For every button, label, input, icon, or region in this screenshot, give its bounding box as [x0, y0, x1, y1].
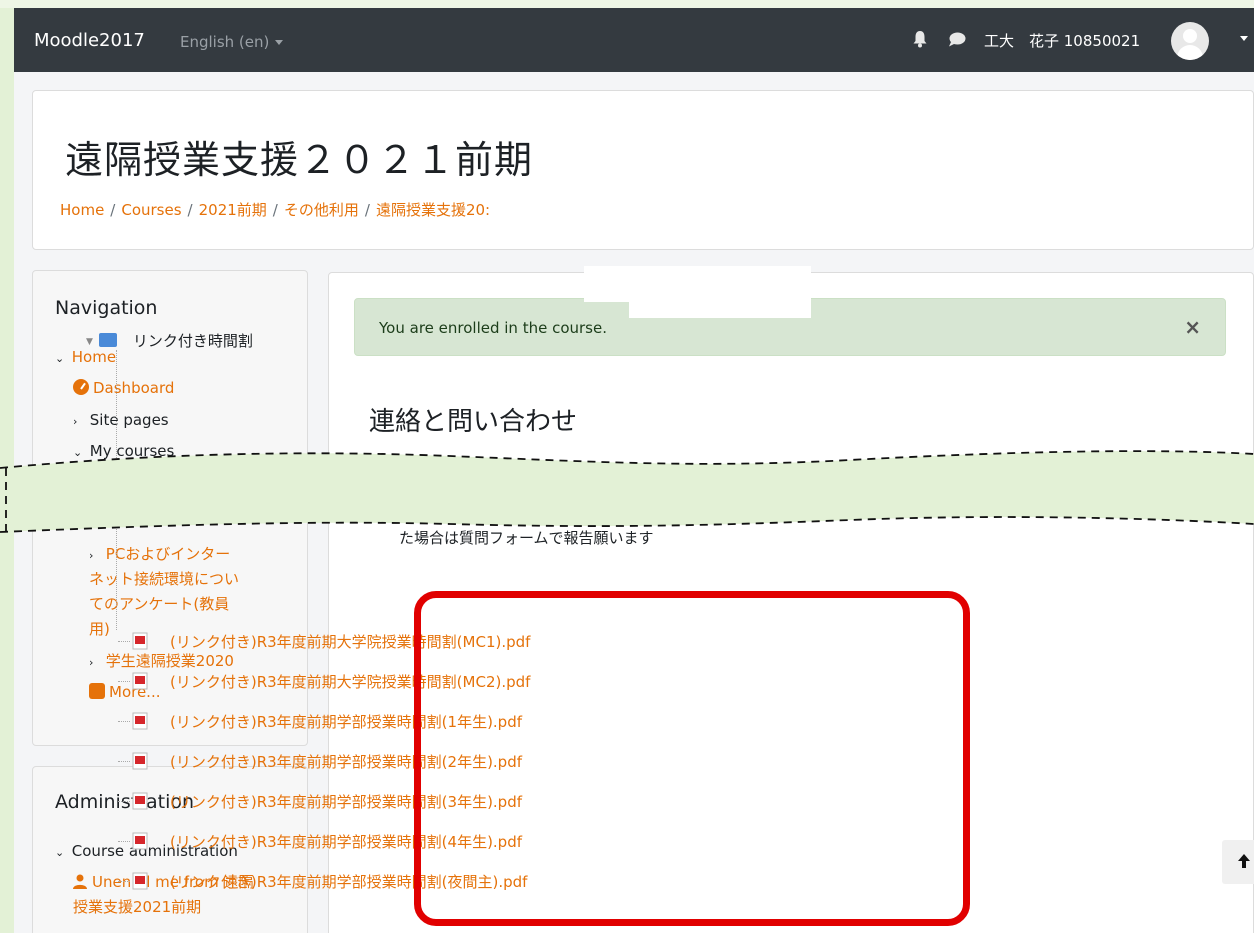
arrow-up-icon: [1238, 854, 1250, 868]
background-top-strip: [0, 0, 1254, 8]
nav-item-site-pages[interactable]: › Site pages: [73, 410, 169, 432]
tree-branch: [118, 761, 130, 762]
nav-item-course-pc-survey[interactable]: › PCおよびインター: [89, 544, 230, 566]
nav-item-more[interactable]: More...: [89, 682, 161, 702]
pdf-icon: [132, 672, 148, 690]
course-pc-line-2[interactable]: ネット接続環境につい: [89, 569, 239, 589]
language-label: English (en): [180, 33, 270, 51]
redaction-patch: [629, 266, 811, 318]
nav-item-student-remote-label: 学生遠隔授業2020: [105, 652, 234, 670]
tree-branch: [118, 721, 130, 722]
tree-branch: [118, 681, 130, 682]
chevron-right-icon: ›: [89, 549, 94, 562]
top-navbar: Moodle2017 English (en) 工大 花子 10850021: [14, 8, 1254, 72]
navigation-title: Navigation: [55, 297, 158, 319]
site-name-link[interactable]: Moodle2017: [34, 30, 145, 51]
breadcrumb-courses[interactable]: Courses: [121, 201, 181, 219]
section-title: 連絡と問い合わせ: [369, 407, 578, 437]
folder-name: リンク付き時間割: [132, 332, 253, 350]
breadcrumb-other-use[interactable]: その他利用: [284, 201, 359, 219]
breadcrumb-separator: /: [187, 201, 193, 219]
nav-item-site-pages-label: Site pages: [89, 411, 169, 429]
pdf-icon: [132, 752, 148, 770]
chevron-right-icon: ›: [73, 415, 78, 428]
pdf-icon: [132, 832, 148, 850]
omission-wave-band: [0, 450, 1254, 533]
page-title: 遠隔授業支援２０２１前期: [65, 138, 534, 182]
breadcrumb: Home / Courses / 2021前期 / その他利用 / 遠隔授業支援20:: [60, 199, 490, 220]
tree-branch: [118, 801, 130, 802]
close-icon[interactable]: ×: [1184, 315, 1201, 339]
highlight-annotation: [414, 591, 970, 926]
tree-branch: [118, 881, 130, 882]
chat-icon[interactable]: [948, 32, 966, 47]
avatar-head: [1183, 29, 1197, 43]
back-to-top-button[interactable]: [1222, 840, 1254, 884]
pdf-icon: [132, 872, 148, 890]
nav-item-dashboard-label: Dashboard: [93, 379, 175, 397]
breadcrumb-separator: /: [110, 201, 116, 219]
tree-branch: [118, 641, 130, 642]
avatar-body: [1177, 45, 1203, 60]
breadcrumb-2021-first-term[interactable]: 2021前期: [199, 201, 267, 219]
folder-icon: [98, 333, 117, 347]
bell-icon[interactable]: [912, 30, 928, 48]
dashboard-icon: [73, 379, 89, 395]
pdf-icon: [132, 792, 148, 810]
chevron-down-icon: ⌄: [55, 846, 65, 859]
unenrol-line-2[interactable]: 授業支援2021前期: [73, 897, 201, 917]
chevron-down-icon: [275, 40, 284, 45]
chevron-down-icon: ⌄: [55, 352, 65, 365]
user-menu-chevron-icon[interactable]: [1240, 36, 1248, 41]
chevron-right-icon: ›: [89, 656, 94, 669]
folder-link-timetables[interactable]: ▼ リンク付き時間割: [86, 330, 253, 351]
pdf-icon: [132, 712, 148, 730]
avatar[interactable]: [1171, 22, 1209, 60]
more-icon: [89, 683, 105, 699]
pdf-icon: [132, 632, 148, 650]
breadcrumb-separator: /: [272, 201, 278, 219]
page-header: 遠隔授業支援２０２１前期 Home / Courses / 2021前期 / その他利用 / 遠…: [32, 90, 1254, 250]
user-name[interactable]: 工大 花子 10850021: [984, 30, 1140, 51]
course-pc-line-4[interactable]: 用): [89, 619, 110, 639]
course-pc-line-3[interactable]: てのアンケート(教員: [89, 594, 229, 614]
language-menu[interactable]: English (en): [180, 33, 284, 51]
breadcrumb-home[interactable]: Home: [60, 201, 104, 219]
caret-down-icon: ▼: [86, 337, 93, 347]
nav-item-dashboard[interactable]: Dashboard: [73, 378, 174, 398]
alert-message: You are enrolled in the course.: [379, 319, 607, 337]
user-icon: [73, 874, 87, 889]
nav-item-student-remote-2020[interactable]: › 学生遠隔授業2020: [89, 651, 234, 673]
tree-branch: [118, 841, 130, 842]
breadcrumb-separator: /: [364, 201, 370, 219]
course-pc-line-1: PCおよびインター: [105, 545, 231, 563]
breadcrumb-current-course[interactable]: 遠隔授業支援20:: [376, 201, 490, 219]
